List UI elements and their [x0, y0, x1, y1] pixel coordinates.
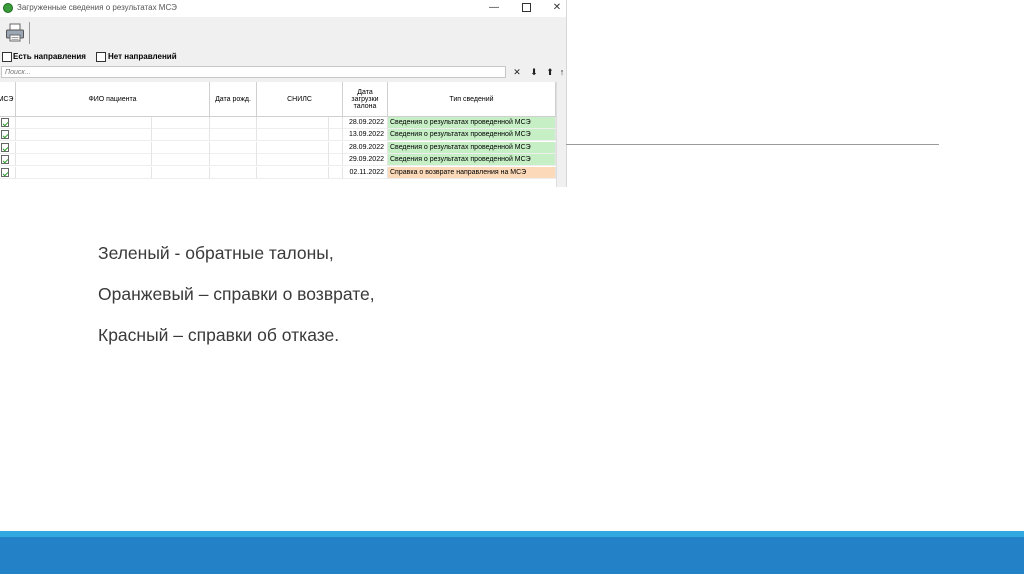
- snils-cell: [329, 141, 343, 154]
- upload-date-cell: 02.11.2022: [343, 166, 388, 179]
- column-header-type[interactable]: Тип сведений: [388, 82, 556, 117]
- snils-cell: [257, 166, 329, 179]
- snils-cell: [257, 141, 329, 154]
- mse-cell: [0, 154, 16, 167]
- fio-cell: [16, 141, 152, 154]
- table-row[interactable]: 28.09.2022 Сведения о результатах проведе…: [0, 141, 566, 154]
- color-legend: Зеленый - обратные талоны, Оранжевый – с…: [98, 238, 798, 361]
- divider-line: [566, 144, 939, 145]
- fio-cell: [152, 154, 210, 167]
- snils-cell: [257, 117, 329, 129]
- upload-date-cell: 28.09.2022: [343, 117, 388, 129]
- info-type-cell: Справка о возврате направления на МСЭ: [388, 166, 556, 179]
- snils-cell: [257, 129, 329, 142]
- fio-cell: [152, 117, 210, 129]
- column-header-snils[interactable]: СНИЛС: [257, 82, 343, 117]
- search-extra-button[interactable]: ↑: [558, 66, 566, 79]
- next-result-button[interactable]: ⬇: [527, 66, 541, 79]
- minimize-button[interactable]: —: [479, 0, 509, 17]
- has-referral-label: Есть направления: [13, 52, 86, 61]
- birth-cell: [210, 166, 257, 179]
- mse-cell: [0, 117, 16, 129]
- info-type-cell: Сведения о результатах проведенной МСЭ: [388, 141, 556, 154]
- fio-cell: [16, 117, 152, 129]
- table-row[interactable]: 02.11.2022 Справка о возврате направления…: [0, 166, 566, 179]
- mse-cell: [0, 129, 16, 142]
- no-referral-label: Нет направлений: [108, 52, 177, 61]
- prev-result-button[interactable]: ⬆: [543, 66, 557, 79]
- fio-cell: [16, 129, 152, 142]
- birth-cell: [210, 141, 257, 154]
- fio-cell: [152, 166, 210, 179]
- document-check-icon: [1, 167, 9, 177]
- has-referral-checkbox[interactable]: [2, 52, 12, 62]
- window-title: Загруженные сведения о результатах МСЭ: [17, 3, 177, 12]
- snils-cell: [329, 154, 343, 167]
- info-type-cell: Сведения о результатах проведенной МСЭ: [388, 154, 556, 167]
- window-titlebar: Загруженные сведения о результатах МСЭ —…: [0, 0, 566, 17]
- results-table: МСЭ ФИО пациента Дата рожд. СНИЛС Дата з…: [0, 82, 566, 187]
- legend-green: Зеленый - обратные талоны,: [98, 243, 334, 263]
- search-row: ✕ ⬇ ⬆ ↑: [0, 66, 566, 80]
- app-icon: [3, 3, 13, 13]
- table-row[interactable]: 28.09.2022 Сведения о результатах проведе…: [0, 117, 566, 129]
- vertical-scrollbar[interactable]: [556, 82, 566, 187]
- close-button[interactable]: ✕: [542, 0, 566, 17]
- table-row[interactable]: 29.09.2022 Сведения о результатах проведе…: [0, 154, 566, 167]
- maximize-button[interactable]: [511, 0, 541, 17]
- snils-cell: [329, 166, 343, 179]
- birth-cell: [210, 117, 257, 129]
- upload-date-cell: 29.09.2022: [343, 154, 388, 167]
- mse-results-window: Загруженные сведения о результатах МСЭ —…: [0, 0, 567, 187]
- snils-cell: [329, 129, 343, 142]
- snils-cell: [329, 117, 343, 129]
- upload-date-cell: 13.09.2022: [343, 129, 388, 142]
- upload-date-cell: 28.09.2022: [343, 141, 388, 154]
- toolbar: [0, 17, 566, 48]
- search-input[interactable]: [1, 66, 506, 78]
- print-button[interactable]: [5, 23, 25, 43]
- fio-cell: [16, 166, 152, 179]
- fio-cell: [16, 154, 152, 167]
- no-referral-checkbox[interactable]: [96, 52, 106, 62]
- birth-cell: [210, 129, 257, 142]
- document-check-icon: [1, 155, 9, 165]
- maximize-icon: [521, 2, 531, 12]
- clear-search-button[interactable]: ✕: [510, 66, 524, 79]
- column-header-mse[interactable]: МСЭ: [0, 82, 16, 117]
- footer-bar: [0, 537, 1024, 574]
- birth-cell: [210, 154, 257, 167]
- mse-cell: [0, 141, 16, 154]
- toolbar-separator: [29, 22, 30, 44]
- info-type-cell: Сведения о результатах проведенной МСЭ: [388, 129, 556, 142]
- legend-red: Красный – справки об отказе.: [98, 325, 340, 345]
- fio-cell: [152, 141, 210, 154]
- legend-orange: Оранжевый – справки о возврате,: [98, 284, 375, 304]
- document-check-icon: [1, 118, 9, 127]
- printer-icon: [6, 23, 24, 42]
- column-header-birth-date[interactable]: Дата рожд.: [210, 82, 257, 117]
- fio-cell: [152, 129, 210, 142]
- document-check-icon: [1, 142, 9, 152]
- mse-cell: [0, 166, 16, 179]
- column-header-fio[interactable]: ФИО пациента: [16, 82, 210, 117]
- snils-cell: [257, 154, 329, 167]
- info-type-cell: Сведения о результатах проведенной МСЭ: [388, 117, 556, 129]
- column-header-upload-date[interactable]: Дата загрузки талона: [343, 82, 388, 117]
- filter-row: Есть направления Нет направлений: [0, 51, 566, 63]
- document-check-icon: [1, 130, 9, 140]
- table-row[interactable]: 13.09.2022 Сведения о результатах проведе…: [0, 129, 566, 142]
